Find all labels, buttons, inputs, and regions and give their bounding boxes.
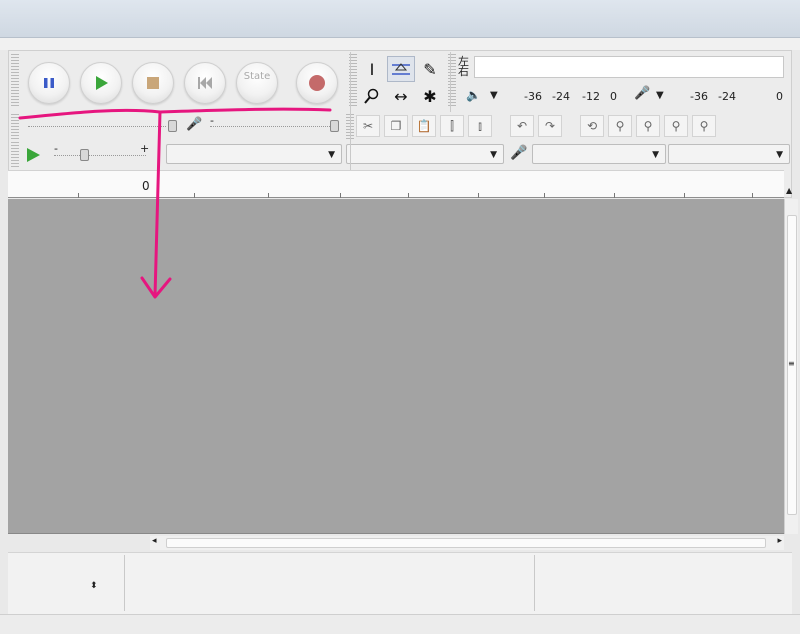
annotation-arrow [18,107,332,299]
